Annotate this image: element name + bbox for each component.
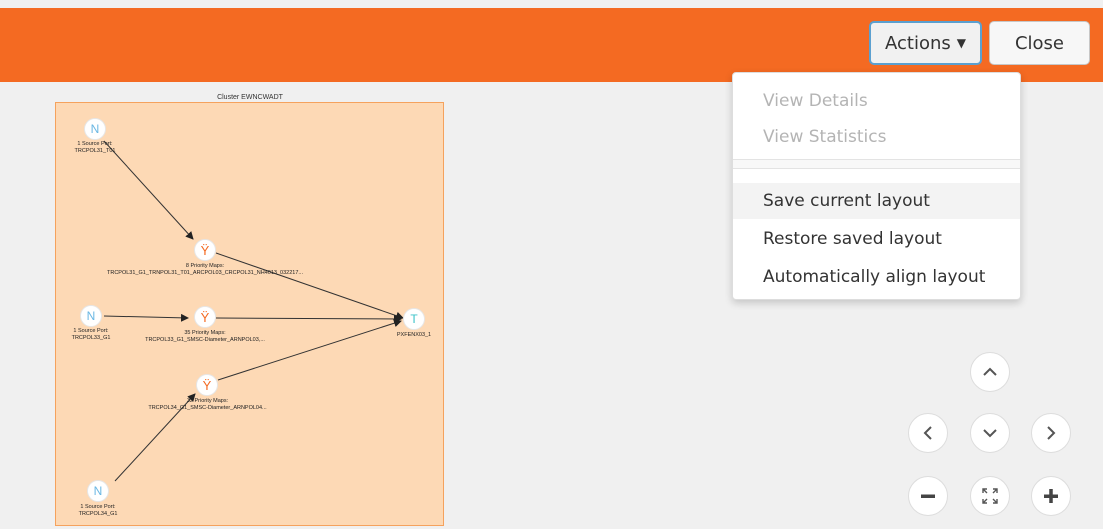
menu-item-save-current-layout[interactable]: Save current layout — [733, 183, 1020, 219]
plus-icon — [1044, 489, 1058, 503]
chevron-left-icon — [923, 426, 932, 440]
actions-dropdown-menu: View Details View Statistics Save curren… — [732, 72, 1021, 300]
source-port-node-1-label: 1 Source Port: TRCPOL31_T01 — [74, 141, 116, 154]
target-node-icon: T — [410, 312, 418, 326]
source-node-icon: N — [86, 309, 96, 323]
zoom-in-button[interactable] — [1031, 476, 1071, 516]
pan-right-button[interactable] — [1031, 413, 1071, 453]
target-node[interactable]: T — [403, 308, 425, 330]
map-icon: Ÿ — [200, 242, 210, 258]
edge-source2-map2 — [103, 313, 189, 322]
source-node-icon: N — [93, 484, 103, 498]
priority-map-node-1[interactable]: Ÿ — [194, 239, 216, 261]
pan-left-button[interactable] — [908, 413, 948, 453]
minus-icon — [921, 494, 935, 498]
chevron-right-icon — [1047, 426, 1056, 440]
menu-item-automatically-align-layout[interactable]: Automatically align layout — [733, 259, 1020, 295]
pan-down-button[interactable] — [970, 413, 1010, 453]
pan-up-button[interactable] — [970, 352, 1010, 392]
map-icon: Ÿ — [200, 309, 210, 325]
map-icon: Ÿ — [202, 377, 212, 393]
priority-map-node-2-label: 35 Priority Maps: TRCPOL33_G1_SMSC-Diame… — [145, 330, 265, 343]
source-port-node-3-label: 1 Source Port: TRCPOL34_G1 — [78, 504, 118, 517]
chevron-up-icon — [983, 367, 997, 376]
menu-divider — [733, 159, 1020, 169]
menu-item-restore-saved-layout[interactable]: Restore saved layout — [733, 221, 1020, 257]
zoom-out-button[interactable] — [908, 476, 948, 516]
source-node-icon: N — [90, 122, 100, 136]
edge-map2-target — [215, 314, 402, 323]
edge-source1-map1 — [103, 140, 194, 240]
menu-item-view-statistics[interactable]: View Statistics — [733, 119, 1020, 155]
target-node-label: PXFENX03_1 — [396, 332, 432, 338]
priority-map-node-2[interactable]: Ÿ — [194, 306, 216, 328]
source-port-node-2[interactable]: N — [80, 305, 102, 327]
fit-screen-icon — [982, 488, 998, 504]
source-port-node-3[interactable]: N — [87, 480, 109, 502]
menu-item-view-details[interactable]: View Details — [733, 83, 1020, 119]
source-port-node-2-label: 1 Source Port: TRCPOL33_G1 — [71, 328, 111, 341]
priority-map-node-3[interactable]: Ÿ — [196, 374, 218, 396]
priority-map-node-1-label: 8 Priority Maps: TRCPOL31_G1_TRNPOL31_T0… — [107, 263, 303, 276]
source-port-node-1[interactable]: N — [84, 118, 106, 140]
chevron-down-icon — [983, 429, 997, 438]
fit-to-screen-button[interactable] — [970, 476, 1010, 516]
priority-map-node-3-label: 32 Priority Maps: TRCPOL34_G1_SMSC-Diame… — [148, 398, 267, 411]
